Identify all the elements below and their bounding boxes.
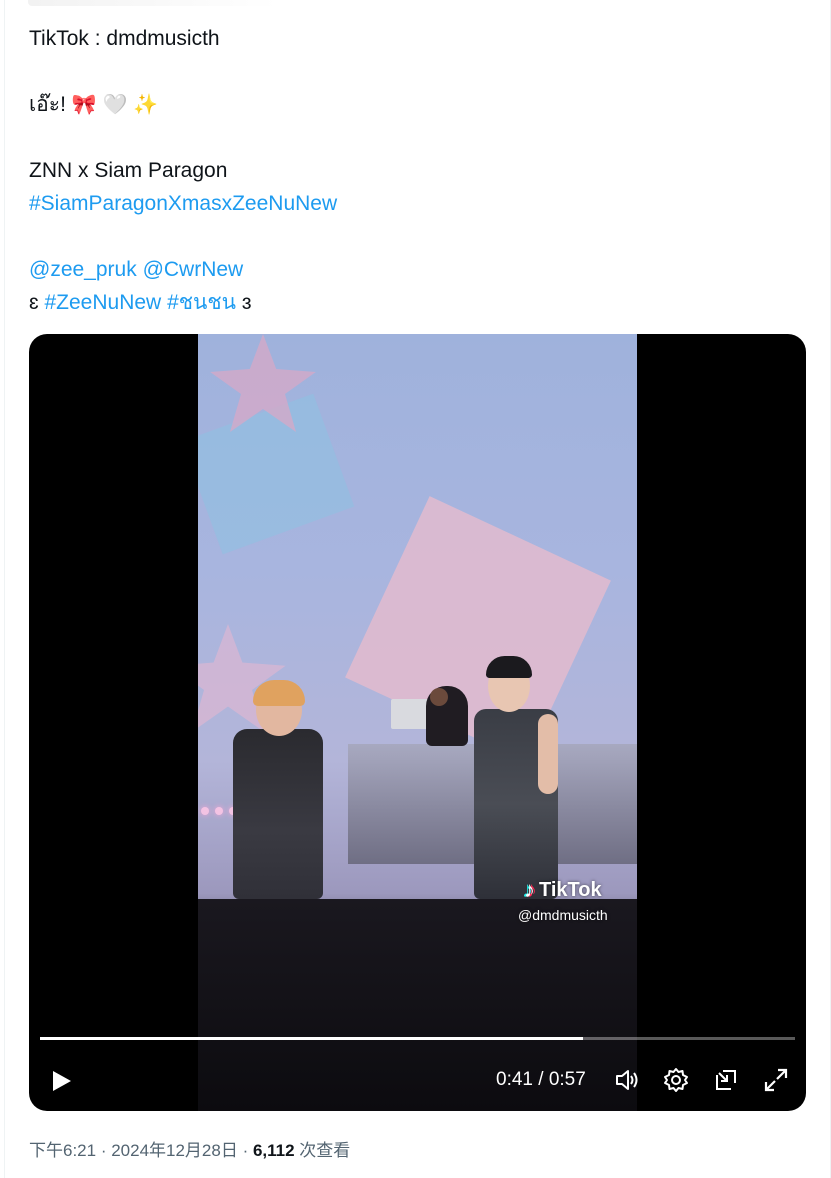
tweet-line-source: TikTok : dmdmusicth (29, 27, 220, 50)
tweet-line-event: ZNN x Siam Paragon (29, 159, 228, 182)
bracket-open: ɛ (29, 291, 39, 314)
settings-icon[interactable] (663, 1067, 689, 1093)
tweet-metadata: 下午6:21 · 2024年12月28日 · 6,112 次查看 (29, 1141, 351, 1160)
ribbon-emoji-icon: 🎀 (71, 92, 97, 116)
left-border (4, 0, 5, 1178)
performer-left (233, 729, 323, 899)
picture-in-picture-icon[interactable] (713, 1067, 739, 1093)
play-icon[interactable] (49, 1069, 73, 1093)
tweet-line-tags: ɛ #ZeeNuNew #ชนชน ɜ (29, 286, 799, 319)
tweet-line-exclaim: เอ๊ะ! 🎀 🤍 ✨ (29, 88, 799, 121)
progress-fill (40, 1037, 583, 1040)
performer-right-hair (486, 656, 532, 678)
progress-bar[interactable] (40, 1037, 795, 1040)
post-time: 下午6:21 (29, 1141, 97, 1160)
video-controls: 0:41 / 0:57 (29, 1059, 806, 1099)
fullscreen-icon[interactable] (763, 1067, 789, 1093)
laptop (391, 699, 429, 729)
mention-link-cwrnew[interactable]: @CwrNew (143, 258, 244, 281)
volume-icon[interactable] (614, 1067, 640, 1093)
dj-head (430, 688, 448, 706)
bracket-close: ɜ (241, 291, 252, 314)
current-time: 0:41 (496, 1069, 533, 1090)
exclaim-text: เอ๊ะ! (29, 93, 72, 116)
top-fade-divider (28, 0, 278, 6)
hashtag-link[interactable]: #SiamParagonXmasxZeeNuNew (29, 192, 337, 215)
timestamp-link[interactable]: 下午6:21 · 2024年12月28日 (29, 1141, 238, 1160)
tweet-line-mentions: @zee_pruk @CwrNew (29, 253, 799, 286)
tweet-line-hashtag: #SiamParagonXmasxZeeNuNew (29, 187, 799, 220)
tiktok-logo-icon: ♪ (524, 877, 535, 902)
duration: 0:57 (548, 1069, 586, 1090)
tiktok-watermark: ♪ TikTok @dmdmusicth (518, 877, 608, 923)
video-frame[interactable]: ♪ TikTok @dmdmusicth (198, 334, 637, 1111)
video-player[interactable]: ♪ TikTok @dmdmusicth 0:41 / 0:57 (29, 334, 806, 1111)
sparkles-emoji-icon: ✨ (133, 92, 159, 116)
watermark-handle: @dmdmusicth (518, 907, 608, 923)
view-count: 6,112 (252, 1141, 295, 1160)
time-display: 0:41 / 0:57 (496, 1069, 586, 1090)
post-date: 2024年12月28日 (111, 1141, 238, 1160)
white-heart-emoji-icon: 🤍 (102, 92, 128, 116)
watermark-brand: TikTok (539, 878, 602, 901)
hashtag-link-thai[interactable]: #ชนชน (167, 291, 236, 314)
mention-link-zee[interactable]: @zee_pruk (29, 258, 137, 281)
hashtag-link-zeenunew[interactable]: #ZeeNuNew (44, 291, 161, 314)
performer-left-hair (253, 680, 305, 706)
tweet-text: TikTok : dmdmusicth เอ๊ะ! 🎀 🤍 ✨ ZNN x Si… (29, 22, 799, 319)
performer-right-arm (538, 714, 558, 794)
views-label: 次查看 (294, 1141, 351, 1160)
